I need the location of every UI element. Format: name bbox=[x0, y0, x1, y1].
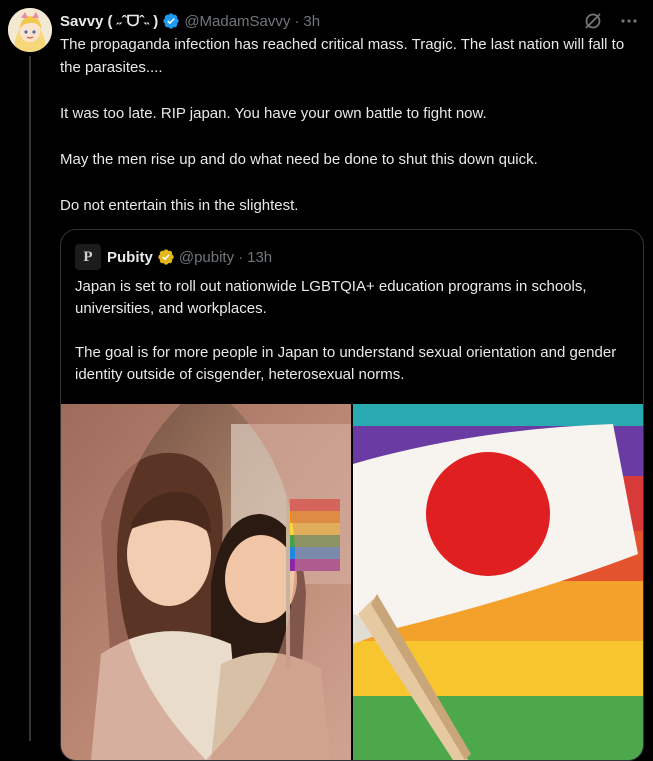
quoted-paragraph: The goal is for more people in Japan to … bbox=[75, 344, 617, 383]
post-paragraph: It was too late. RIP japan. You have you… bbox=[60, 105, 487, 122]
post-paragraph: May the men rise up and do what need be … bbox=[60, 151, 538, 168]
separator-dot: · bbox=[238, 248, 244, 266]
media-photo-women[interactable] bbox=[61, 404, 351, 760]
author-handle[interactable]: @MadamSavvy bbox=[184, 13, 290, 30]
quoted-author-avatar[interactable]: P bbox=[75, 244, 101, 270]
verified-badge-icon bbox=[162, 12, 180, 30]
quoted-paragraph: Japan is set to roll out nationwide LGBT… bbox=[75, 278, 587, 317]
author-avatar[interactable] bbox=[8, 8, 52, 52]
quoted-avatar-letter: P bbox=[83, 248, 93, 265]
quoted-author-name[interactable]: Pubity bbox=[107, 249, 153, 266]
post-header: Savvy ( ˶ˆᗜˆ˵ ) @MadamSavvy · 3h bbox=[60, 10, 643, 32]
quoted-post-time[interactable]: 13h bbox=[247, 249, 272, 266]
tweet[interactable]: Savvy ( ˶ˆᗜˆ˵ ) @MadamSavvy · 3h The pro… bbox=[0, 0, 653, 761]
media-photo-flags[interactable] bbox=[353, 404, 643, 760]
quoted-post-header: P Pubity @pubity · 13h bbox=[75, 244, 272, 270]
post-paragraph: The propaganda infection has reached cri… bbox=[60, 36, 625, 76]
quoted-author-handle[interactable]: @pubity bbox=[179, 249, 234, 266]
gold-verified-badge-icon bbox=[157, 248, 175, 266]
post-time[interactable]: 3h bbox=[303, 13, 320, 30]
post-paragraph: Do not entertain this in the slightest. bbox=[60, 197, 299, 214]
author-name[interactable]: Savvy ( ˶ˆᗜˆ˵ ) bbox=[60, 13, 158, 30]
separator-dot: · bbox=[294, 12, 300, 30]
post-body: The propaganda infection has reached cri… bbox=[60, 33, 645, 217]
thread-line bbox=[29, 56, 31, 741]
grok-icon[interactable] bbox=[583, 11, 603, 31]
more-options-icon[interactable] bbox=[619, 11, 639, 31]
quoted-media bbox=[61, 404, 643, 760]
quoted-post-body: Japan is set to roll out nationwide LGBT… bbox=[75, 276, 625, 386]
quoted-post[interactable]: P Pubity @pubity · 13h Japan is set to r… bbox=[60, 229, 644, 761]
